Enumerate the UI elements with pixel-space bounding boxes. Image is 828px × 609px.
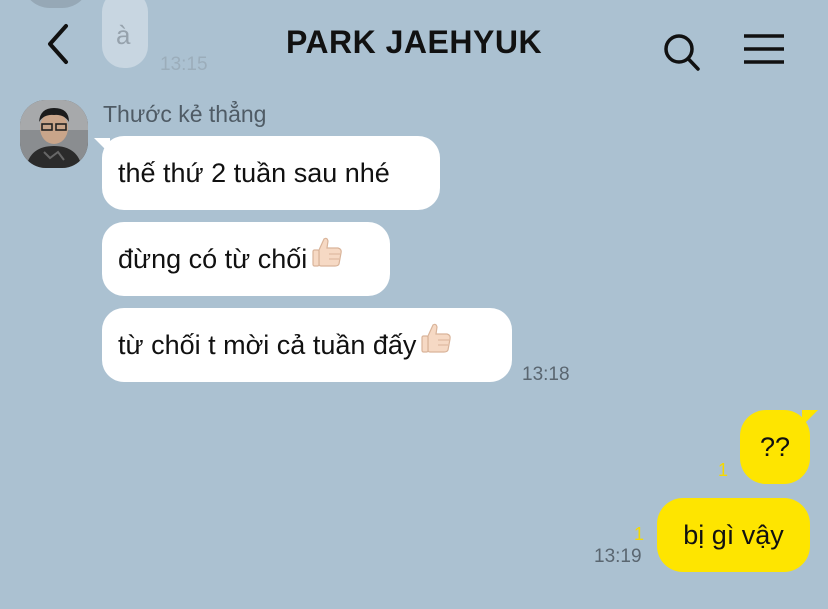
search-icon xyxy=(664,34,700,71)
hamburger-menu-icon xyxy=(744,34,784,64)
message-bubble-sent[interactable]: bị gì vậy xyxy=(657,498,810,572)
avatar-photo xyxy=(20,100,88,168)
previous-avatar xyxy=(22,0,90,8)
message-time: 13:19 xyxy=(594,546,642,567)
thumbs-up-icon xyxy=(309,224,345,298)
thumbs-up-icon xyxy=(418,310,454,384)
message-text: từ chối t mời cả tuần đấy xyxy=(118,330,417,360)
message-bubble[interactable]: đừng có từ chối xyxy=(102,222,390,296)
message-bubble-sent[interactable]: ?? xyxy=(740,410,810,484)
message-bubble[interactable]: từ chối t mời cả tuần đấy xyxy=(102,308,512,382)
message-text: đừng có từ chối xyxy=(118,244,308,274)
unread-count: 1 xyxy=(634,524,645,544)
message-text: ?? xyxy=(759,432,791,462)
avatar[interactable] xyxy=(20,100,88,168)
message-text: thế thứ 2 tuần sau nhé xyxy=(118,158,390,188)
menu-button[interactable] xyxy=(742,32,786,68)
message-bubble[interactable]: thế thứ 2 tuần sau nhé xyxy=(102,136,440,210)
search-button[interactable] xyxy=(660,32,704,76)
message-time: 13:18 xyxy=(522,364,570,385)
unread-count: 1 xyxy=(718,460,729,480)
sender-name: Thước kẻ thẳng xyxy=(103,101,267,127)
message-text: bị gì vậy xyxy=(683,520,784,550)
